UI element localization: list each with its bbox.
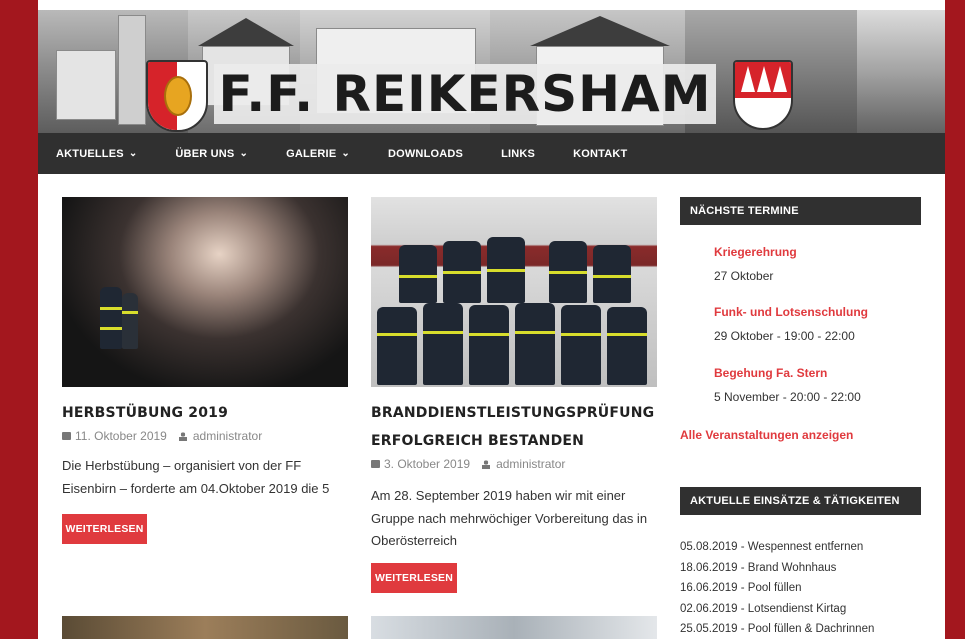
nav-label: GALERIE xyxy=(286,147,337,160)
reflective-stripe xyxy=(100,327,122,330)
calendar-icon xyxy=(371,460,380,468)
firefighter-figure xyxy=(607,307,647,385)
firefighter-figure xyxy=(549,241,587,303)
firefighter-figure xyxy=(399,245,437,303)
operation-item[interactable]: 02.06.2019 - Lotsendienst Kirtag xyxy=(680,599,874,620)
fire-brigade-emblem-icon xyxy=(146,60,208,132)
post-author[interactable]: administrator xyxy=(496,457,565,471)
post-date[interactable]: 11. Oktober 2019 xyxy=(75,429,167,443)
header-banner[interactable]: F.F. REIKERSHAM xyxy=(38,10,945,133)
reflective-stripe xyxy=(122,311,138,314)
post-thumbnail[interactable] xyxy=(62,616,348,639)
post-excerpt: Am 28. September 2019 haben wir mit eine… xyxy=(371,488,648,548)
event-date: 5 November - 20:00 - 22:00 xyxy=(714,390,861,404)
post-author[interactable]: administrator xyxy=(193,429,262,443)
event-title[interactable]: Begehung Fa. Stern xyxy=(714,366,827,380)
post-title[interactable]: HERBSTÜBUNG 2019 xyxy=(62,399,348,427)
nav-label: AKTUELLES xyxy=(56,147,124,160)
event-title[interactable]: Funk- und Lotsenschulung xyxy=(714,305,868,319)
reflective-stripe xyxy=(399,275,437,278)
nav-label: KONTAKT xyxy=(573,147,628,160)
banner-roof xyxy=(198,18,294,46)
firefighter-figure xyxy=(122,293,138,349)
reflective-stripe xyxy=(607,333,647,336)
reflective-stripe xyxy=(377,333,417,336)
widget-title-events: NÄCHSTE TERMINE xyxy=(680,197,921,225)
chevron-down-icon: ⌄ xyxy=(128,148,138,159)
reflective-stripe xyxy=(100,307,122,310)
tree-icon xyxy=(757,66,771,92)
chevron-down-icon: ⌄ xyxy=(239,148,249,159)
nav-label: LINKS xyxy=(501,147,536,160)
tree-icon xyxy=(773,66,787,92)
nav-item-kontakt[interactable]: KONTAKT xyxy=(573,148,627,160)
banner-photo-event xyxy=(857,10,945,133)
post-title-line: BRANDDIENSTLEISTUNGSPRÜFUNG xyxy=(371,405,655,421)
nav-item-ueber-uns[interactable]: ÜBER UNS ⌄ xyxy=(175,148,248,160)
post-date[interactable]: 3. Oktober 2019 xyxy=(384,457,470,471)
all-events-link[interactable]: Alle Veranstaltungen anzeigen xyxy=(680,428,853,442)
top-strip xyxy=(38,0,945,10)
operation-item[interactable]: 25.05.2019 - Pool füllen & Dachrinnen xyxy=(680,619,874,639)
municipality-coat-of-arms-icon xyxy=(733,60,793,130)
firefighter-figure xyxy=(100,287,122,349)
emblem-flame xyxy=(164,76,192,116)
calendar-icon xyxy=(62,432,71,440)
banner-roof xyxy=(530,16,670,46)
firefighter-figure xyxy=(593,245,631,303)
reflective-stripe xyxy=(515,331,555,334)
banner-building xyxy=(56,50,116,120)
site-title[interactable]: F.F. REIKERSHAM xyxy=(219,65,712,123)
page: F.F. REIKERSHAM AKTUELLES ⌄ ÜBER UNS ⌄ G… xyxy=(38,0,945,639)
operations-list: 05.08.2019 - Wespennest entfernen 18.06.… xyxy=(680,537,874,639)
reflective-stripe xyxy=(593,275,631,278)
firefighter-figure xyxy=(487,237,525,303)
nav-item-links[interactable]: LINKS xyxy=(501,148,535,160)
event-date: 29 Oktober - 19:00 - 22:00 xyxy=(714,329,855,343)
post-meta: 3. Oktober 2019 administrator xyxy=(371,457,565,471)
chevron-down-icon: ⌄ xyxy=(341,148,350,159)
reflective-stripe xyxy=(487,269,525,272)
nav-label: DOWNLOADS xyxy=(387,147,464,160)
operation-item[interactable]: 16.06.2019 - Pool füllen xyxy=(680,578,874,599)
post-excerpt: Die Herbstübung – organisiert von der FF… xyxy=(62,458,330,496)
nav-item-downloads[interactable]: DOWNLOADS xyxy=(388,148,463,160)
read-more-button[interactable]: WEITERLESEN xyxy=(371,563,457,593)
event-date: 27 Oktober xyxy=(714,269,774,283)
user-icon xyxy=(178,431,187,441)
firefighter-figure xyxy=(469,305,509,385)
nav-item-aktuelles[interactable]: AKTUELLES ⌄ xyxy=(56,148,137,160)
reflective-stripe xyxy=(549,271,587,274)
firefighter-figure xyxy=(377,307,417,385)
post-thumbnail-branddienstleistungspruefung[interactable] xyxy=(371,197,657,387)
post-thumbnail-herbstuebung[interactable] xyxy=(62,197,348,387)
reflective-stripe xyxy=(443,271,481,274)
reflective-stripe xyxy=(423,331,463,334)
firefighter-figure xyxy=(423,303,463,385)
read-more-button[interactable]: WEITERLESEN xyxy=(62,514,147,544)
widget-title-operations: AKTUELLE EINSÄTZE & TÄTIGKEITEN xyxy=(680,487,921,515)
banner-tower xyxy=(118,15,146,125)
post-meta: 11. Oktober 2019 administrator xyxy=(62,429,262,443)
post-title-line: ERFOLGREICH BESTANDEN xyxy=(371,433,585,449)
firefighter-figure xyxy=(561,305,601,385)
nav-label: ÜBER UNS xyxy=(175,147,235,160)
operation-item[interactable]: 18.06.2019 - Brand Wohnhaus xyxy=(680,558,874,579)
site-title-box: F.F. REIKERSHAM xyxy=(214,64,716,124)
event-title[interactable]: Kriegerehrung xyxy=(714,245,797,259)
user-icon xyxy=(482,459,491,469)
reflective-stripe xyxy=(469,333,509,336)
firefighter-figure xyxy=(515,303,555,385)
main-navigation: AKTUELLES ⌄ ÜBER UNS ⌄ GALERIE ⌄ DOWNLOA… xyxy=(38,133,945,174)
post-thumbnail[interactable] xyxy=(371,616,657,639)
operation-item[interactable]: 05.08.2019 - Wespennest entfernen xyxy=(680,537,874,558)
tree-icon xyxy=(741,66,755,92)
nav-item-galerie[interactable]: GALERIE ⌄ xyxy=(286,148,350,160)
reflective-stripe xyxy=(561,333,601,336)
post-title[interactable]: BRANDDIENSTLEISTUNGSPRÜFUNG ERFOLGREICH … xyxy=(371,399,657,455)
firefighter-figure xyxy=(443,241,481,303)
